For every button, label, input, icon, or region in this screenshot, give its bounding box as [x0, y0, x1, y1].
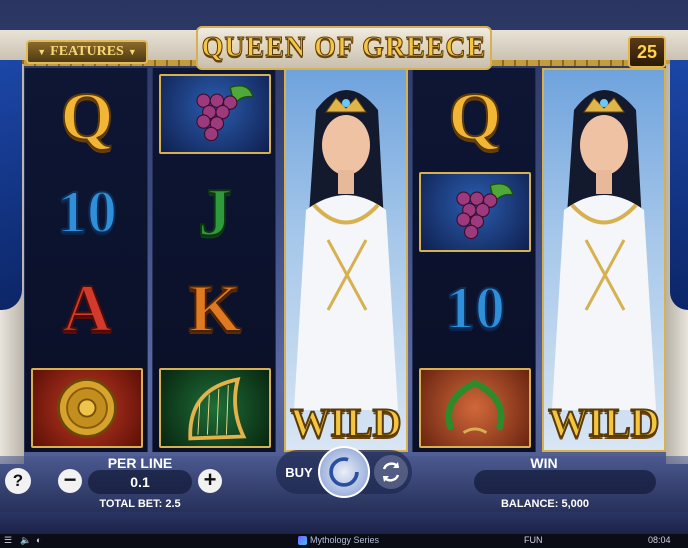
decrease-bet-button[interactable]: − [58, 469, 82, 493]
win-value [474, 470, 656, 494]
chevron-down-icon: ▼ [127, 47, 137, 57]
symbol-k: K [188, 270, 243, 346]
slot-game: Q 10 A J K WILD Q 10 WILD ▼ FEATURES ▼ Q… [0, 0, 688, 548]
status-bar: ☰ 🔈 ◐ Mythology Series FUN 08:04 [0, 534, 688, 548]
sound-icon[interactable]: 🔈 [20, 535, 31, 546]
features-label: FEATURES [50, 44, 124, 59]
balance: BALANCE: 5,000 [500, 498, 590, 510]
left-curtain [0, 60, 22, 310]
clock: 08:04 [648, 535, 671, 545]
series-label: Mythology Series [310, 535, 380, 545]
reel-4: Q 10 [412, 68, 536, 452]
autoplay-icon [382, 462, 400, 482]
reel-1: Q 10 A [24, 68, 148, 452]
autoplay-button[interactable] [374, 455, 408, 489]
symbol-q: Q [60, 78, 115, 154]
symbol-a: A [61, 270, 112, 346]
game-title-plate: QUEEN OF GREECE [196, 26, 492, 70]
reel-3: WILD [284, 68, 408, 452]
symbol-10: 10 [444, 275, 506, 341]
win-label: WIN [530, 455, 558, 471]
wild-label: WILD [547, 399, 660, 446]
spin-icon [329, 457, 359, 487]
grapes-icon [419, 172, 531, 252]
symbol-10: 10 [56, 179, 118, 245]
harp-icon [159, 368, 271, 448]
features-button[interactable]: ▼ FEATURES ▼ [26, 40, 148, 64]
queen-wild-image [552, 90, 656, 410]
per-line-label: PER LINE [107, 455, 173, 471]
speed-icon[interactable]: ◐ [36, 535, 41, 545]
grapes-icon [159, 74, 271, 154]
help-button[interactable]: ? [5, 468, 31, 494]
increase-bet-button[interactable]: + [198, 469, 222, 493]
symbol-q: Q [448, 78, 503, 154]
laurel-wreath-icon [419, 368, 531, 448]
total-bet: TOTAL BET: 2.5 [99, 498, 181, 510]
wild-label: WILD [289, 399, 402, 446]
chevron-down-icon: ▼ [37, 47, 47, 57]
series-brand: Mythology Series [298, 535, 379, 545]
shield-icon [31, 368, 143, 448]
series-logo-icon [298, 535, 307, 545]
game-title: QUEEN OF GREECE [201, 32, 487, 64]
lines-count-badge: 25 [628, 36, 666, 68]
buy-feature-button[interactable]: BUY [280, 460, 318, 484]
floor [0, 512, 688, 534]
reel-2: J K [152, 68, 276, 452]
right-curtain [670, 60, 688, 310]
mode-label: FUN [524, 535, 543, 545]
reel-5: WILD [542, 68, 666, 452]
reel-area: Q 10 A J K WILD Q 10 WILD [22, 68, 668, 452]
queen-wild-image [294, 90, 398, 410]
symbol-j: J [197, 174, 233, 250]
spin-button[interactable] [318, 446, 370, 498]
menu-icon[interactable]: ☰ [4, 535, 12, 546]
per-line-value: 0.1 [88, 470, 192, 494]
